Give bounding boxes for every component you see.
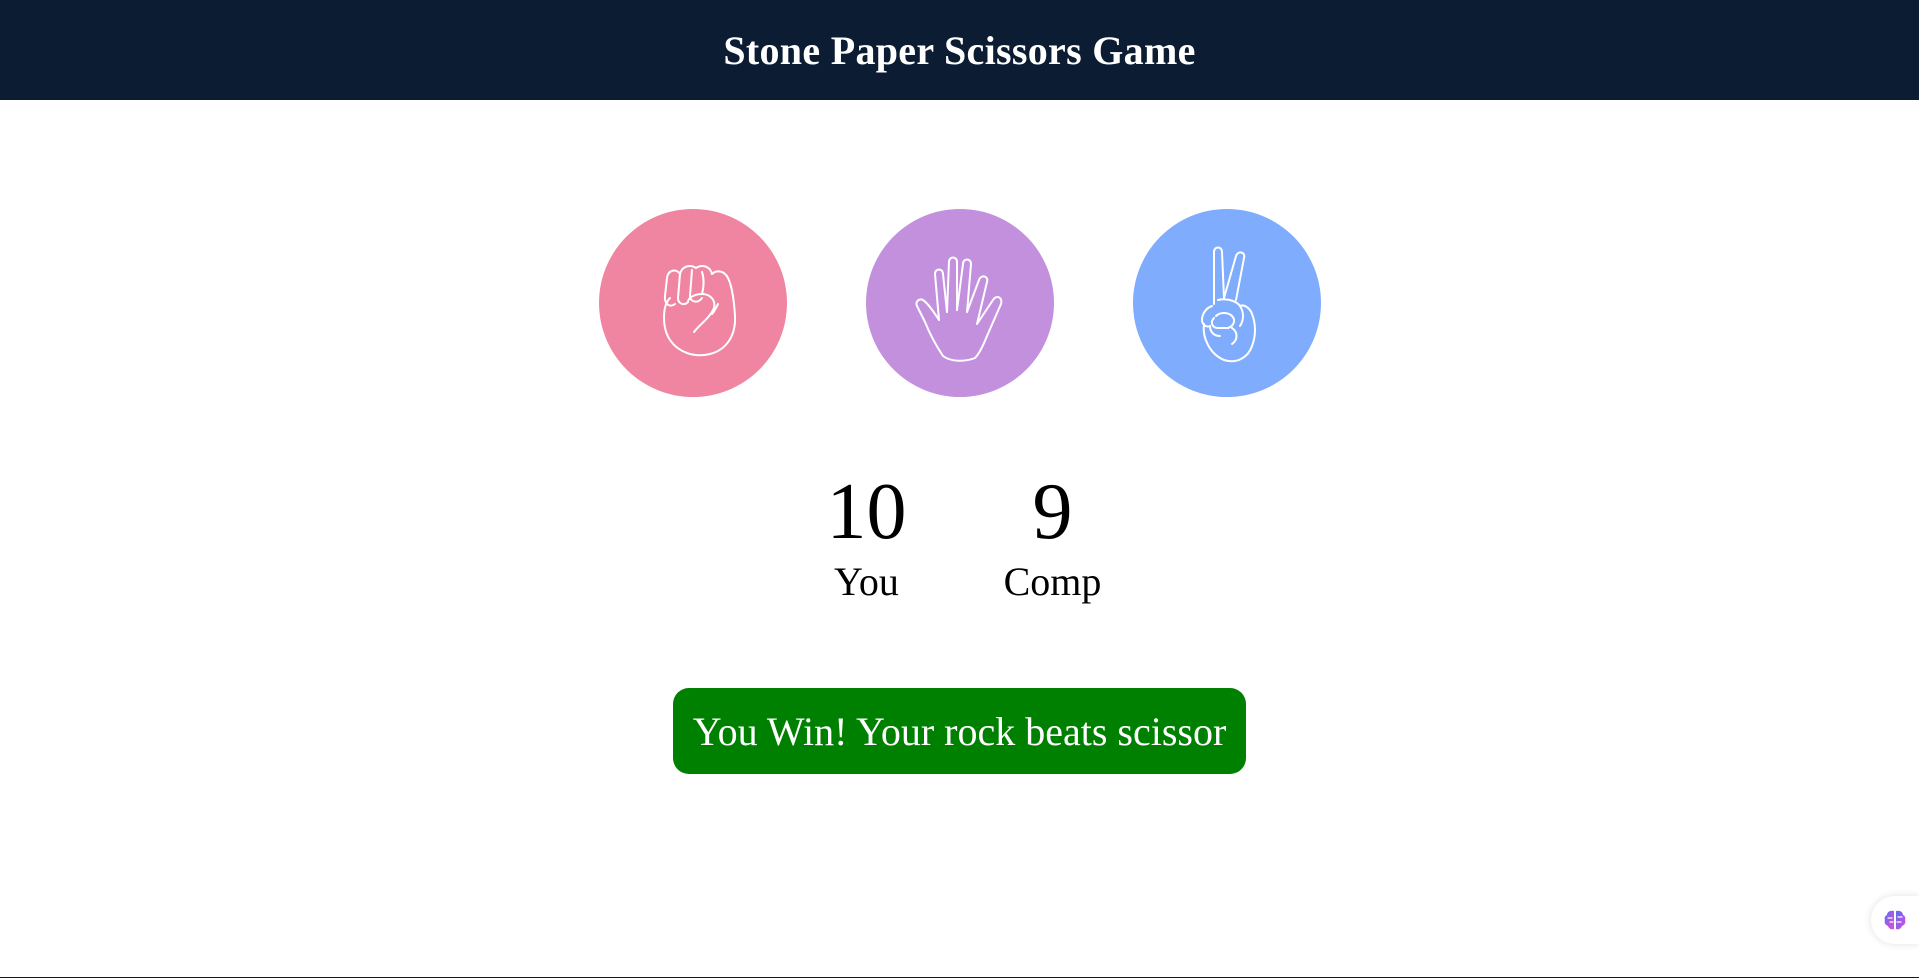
scoreboard: 10 You 9 Comp <box>0 462 1919 602</box>
fist-icon <box>662 265 736 357</box>
comp-score: 9 Comp <box>1001 462 1105 602</box>
message-container: You Win! Your rock beats scissor <box>0 688 1919 774</box>
brain-icon <box>1884 910 1906 930</box>
extension-button[interactable] <box>1871 896 1919 944</box>
comp-score-label: Comp <box>1003 559 1102 604</box>
open-hand-icon <box>915 256 1002 362</box>
scissors-choice-button[interactable] <box>1132 209 1321 397</box>
victory-hand-icon <box>1200 246 1256 363</box>
user-score-value: 10 <box>826 468 907 556</box>
paper-choice-button[interactable] <box>865 209 1054 397</box>
comp-score-value: 9 <box>1032 468 1073 556</box>
user-score: 10 You <box>815 462 919 602</box>
choices <box>0 209 1919 397</box>
page: Stone Paper Scissors Game 10 You 9 Comp … <box>0 0 1919 978</box>
header: Stone Paper Scissors Game <box>0 0 1919 100</box>
page-title: Stone Paper Scissors Game <box>723 27 1196 73</box>
rock-choice-button[interactable] <box>598 209 787 397</box>
user-score-label: You <box>834 559 899 604</box>
result-message: You Win! Your rock beats scissor <box>672 688 1247 774</box>
